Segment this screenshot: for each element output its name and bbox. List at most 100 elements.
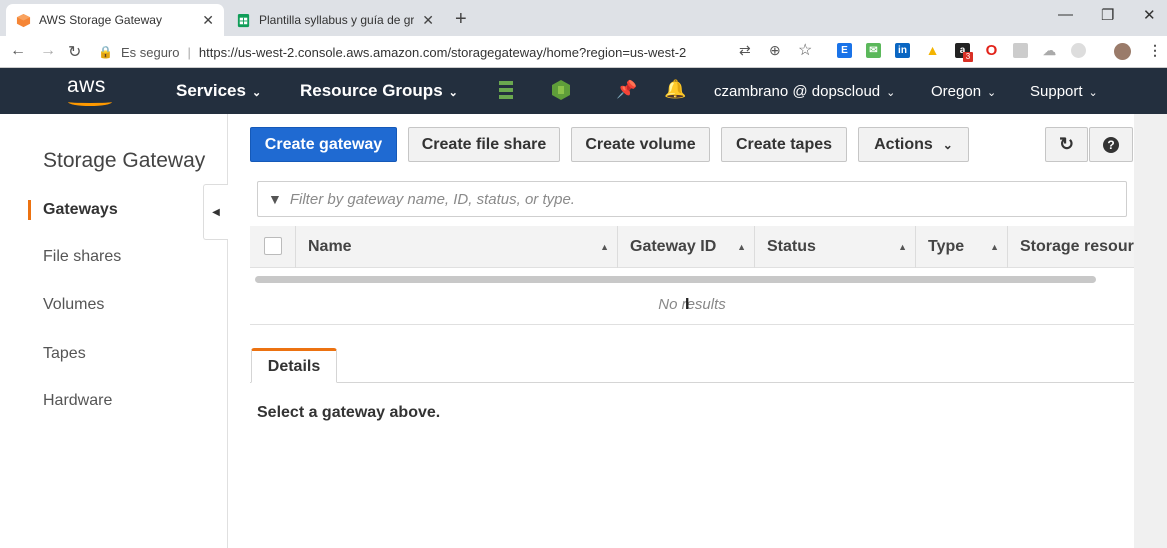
page-scroll-gutter bbox=[1134, 114, 1167, 548]
actions-label: Actions bbox=[874, 135, 933, 153]
sidebar: Storage Gateway Gateways File shares Vol… bbox=[0, 114, 228, 548]
column-gateway-id[interactable]: Gateway ID ▲ bbox=[618, 226, 755, 268]
support-menu[interactable]: Support ⌄ bbox=[1030, 83, 1098, 100]
column-name[interactable]: Name ▲ bbox=[296, 226, 618, 268]
cloud-icon[interactable]: ☁ bbox=[1042, 43, 1057, 58]
window-close-icon[interactable]: ✕ bbox=[1143, 6, 1156, 24]
details-tab-line bbox=[250, 382, 1134, 383]
create-file-share-button[interactable]: Create file share bbox=[408, 127, 560, 162]
forward-icon[interactable]: → bbox=[40, 42, 56, 60]
extension-grey-icon[interactable] bbox=[1013, 43, 1028, 58]
region-label: Oregon bbox=[931, 83, 982, 100]
browser-menu-icon[interactable]: ⋮ bbox=[1148, 42, 1162, 59]
horizontal-scrollbar[interactable] bbox=[255, 276, 1096, 283]
active-indicator bbox=[28, 200, 31, 220]
bell-icon[interactable]: 🔔 bbox=[664, 79, 686, 100]
aws-logo-smile bbox=[68, 98, 112, 106]
create-gateway-button[interactable]: Create gateway bbox=[250, 127, 397, 162]
chevron-down-icon: ⌄ bbox=[942, 137, 953, 152]
account-menu[interactable]: czambrano @ dopscloud ⌄ bbox=[714, 83, 895, 100]
filter-input[interactable] bbox=[289, 190, 1090, 208]
help-button[interactable]: ? bbox=[1089, 127, 1133, 162]
translate-icon[interactable]: ⇄ bbox=[739, 42, 751, 59]
address-separator: | bbox=[187, 44, 191, 60]
drive-icon[interactable]: ▲ bbox=[925, 43, 940, 58]
browser-tab-sheets[interactable]: Plantilla syllabus y guía de graba ✕ bbox=[226, 4, 444, 36]
table-divider bbox=[250, 324, 1134, 325]
column-storage-resources-label: Storage resourc bbox=[1020, 238, 1134, 255]
reload-icon[interactable]: ↻ bbox=[68, 42, 81, 62]
services-label: Services bbox=[176, 81, 246, 100]
back-icon[interactable]: ← bbox=[10, 42, 26, 60]
tab-details[interactable]: Details bbox=[251, 348, 337, 383]
help-icon: ? bbox=[1103, 136, 1119, 153]
sort-icon[interactable]: ▲ bbox=[990, 242, 999, 252]
extension-circle-icon[interactable] bbox=[1071, 43, 1086, 58]
create-volume-button[interactable]: Create volume bbox=[571, 127, 710, 162]
sidebar-item-gateways[interactable]: Gateways bbox=[43, 201, 118, 219]
chevron-down-icon: ⌄ bbox=[448, 87, 458, 99]
select-all-cell bbox=[250, 226, 296, 268]
new-tab-button[interactable]: + bbox=[455, 8, 467, 31]
resource-groups-label: Resource Groups bbox=[300, 81, 443, 100]
column-type[interactable]: Type ▲ bbox=[916, 226, 1008, 268]
aws-logo[interactable]: aws bbox=[67, 74, 106, 98]
opera-icon[interactable]: O bbox=[984, 43, 999, 58]
tab-title: AWS Storage Gateway bbox=[39, 13, 162, 27]
refresh-button[interactable]: ↻ bbox=[1045, 127, 1088, 162]
actions-button[interactable]: Actions ⌄ bbox=[858, 127, 969, 162]
sidebar-title: Storage Gateway bbox=[43, 149, 206, 172]
browser-tab-aws[interactable]: AWS Storage Gateway ✕ bbox=[6, 4, 224, 36]
column-gateway-id-label: Gateway ID bbox=[630, 238, 717, 255]
sidebar-item-tapes[interactable]: Tapes bbox=[43, 345, 86, 363]
browser-tab-bar: AWS Storage Gateway ✕ Plantilla syllabus… bbox=[0, 0, 1167, 36]
aws-top-nav: aws Services ⌄ Resource Groups ⌄ 📌 🔔 czamb… bbox=[0, 68, 1167, 114]
linkedin-icon[interactable]: in bbox=[895, 43, 910, 58]
column-storage-resources[interactable]: Storage resourc bbox=[1008, 226, 1134, 268]
zoom-icon[interactable]: ⊕ bbox=[769, 42, 781, 59]
extension-count-badge: 3 bbox=[963, 52, 973, 62]
details-message: Select a gateway above. bbox=[257, 404, 441, 421]
sort-icon[interactable]: ▲ bbox=[600, 242, 609, 252]
extension-mail-icon[interactable]: ✉ bbox=[866, 43, 881, 58]
profile-avatar[interactable] bbox=[1114, 43, 1131, 60]
column-status[interactable]: Status ▲ bbox=[755, 226, 916, 268]
aws-cube-icon bbox=[16, 13, 31, 27]
services-menu[interactable]: Services ⌄ bbox=[176, 81, 261, 101]
sidebar-item-file-shares[interactable]: File shares bbox=[43, 248, 121, 266]
close-icon[interactable]: ✕ bbox=[422, 12, 434, 29]
account-label: czambrano @ dopscloud bbox=[714, 83, 881, 100]
sort-icon[interactable]: ▲ bbox=[898, 242, 907, 252]
sidebar-item-hardware[interactable]: Hardware bbox=[43, 392, 112, 410]
storage-gateway-shortcut-icon[interactable] bbox=[551, 79, 571, 101]
close-icon[interactable]: ✕ bbox=[202, 12, 214, 29]
sidebar-item-volumes[interactable]: Volumes bbox=[43, 296, 104, 314]
column-type-label: Type bbox=[928, 238, 965, 255]
select-all-checkbox[interactable] bbox=[264, 237, 282, 255]
filter-icon: ▼ bbox=[268, 191, 282, 207]
lock-icon: 🔒 bbox=[98, 45, 113, 59]
bookmark-star-icon[interactable]: ☆ bbox=[798, 40, 812, 60]
create-tapes-button[interactable]: Create tapes bbox=[721, 127, 847, 162]
sort-icon[interactable]: ▲ bbox=[737, 242, 746, 252]
support-label: Support bbox=[1030, 83, 1083, 100]
restore-icon[interactable]: ❐ bbox=[1101, 6, 1114, 24]
tab-title: Plantilla syllabus y guía de graba bbox=[259, 13, 415, 27]
table-header: Name ▲ Gateway ID ▲ Status ▲ Type ▲ Stor… bbox=[250, 226, 1134, 268]
column-name-label: Name bbox=[308, 238, 352, 255]
extension-e-icon[interactable]: E bbox=[837, 43, 852, 58]
url-text[interactable]: https://us-west-2.console.aws.amazon.com… bbox=[199, 45, 686, 60]
collapse-sidebar-button[interactable]: ◀ bbox=[203, 184, 228, 240]
sheets-icon bbox=[237, 13, 250, 27]
resource-groups-menu[interactable]: Resource Groups ⌄ bbox=[300, 81, 458, 101]
region-menu[interactable]: Oregon ⌄ bbox=[931, 83, 996, 100]
column-status-label: Status bbox=[767, 238, 816, 255]
minimize-icon[interactable]: — bbox=[1058, 6, 1073, 23]
secure-label: Es seguro bbox=[120, 44, 180, 60]
pin-icon[interactable]: 📌 bbox=[616, 80, 637, 100]
text-cursor-icon: I bbox=[685, 296, 690, 313]
address-bar[interactable]: 🔒 Es seguro | https://us-west-2.console.… bbox=[98, 39, 818, 65]
filter-box: ▼ bbox=[257, 181, 1127, 217]
chevron-down-icon: ⌄ bbox=[1088, 87, 1098, 99]
service-shortcut-icon[interactable] bbox=[496, 79, 516, 101]
